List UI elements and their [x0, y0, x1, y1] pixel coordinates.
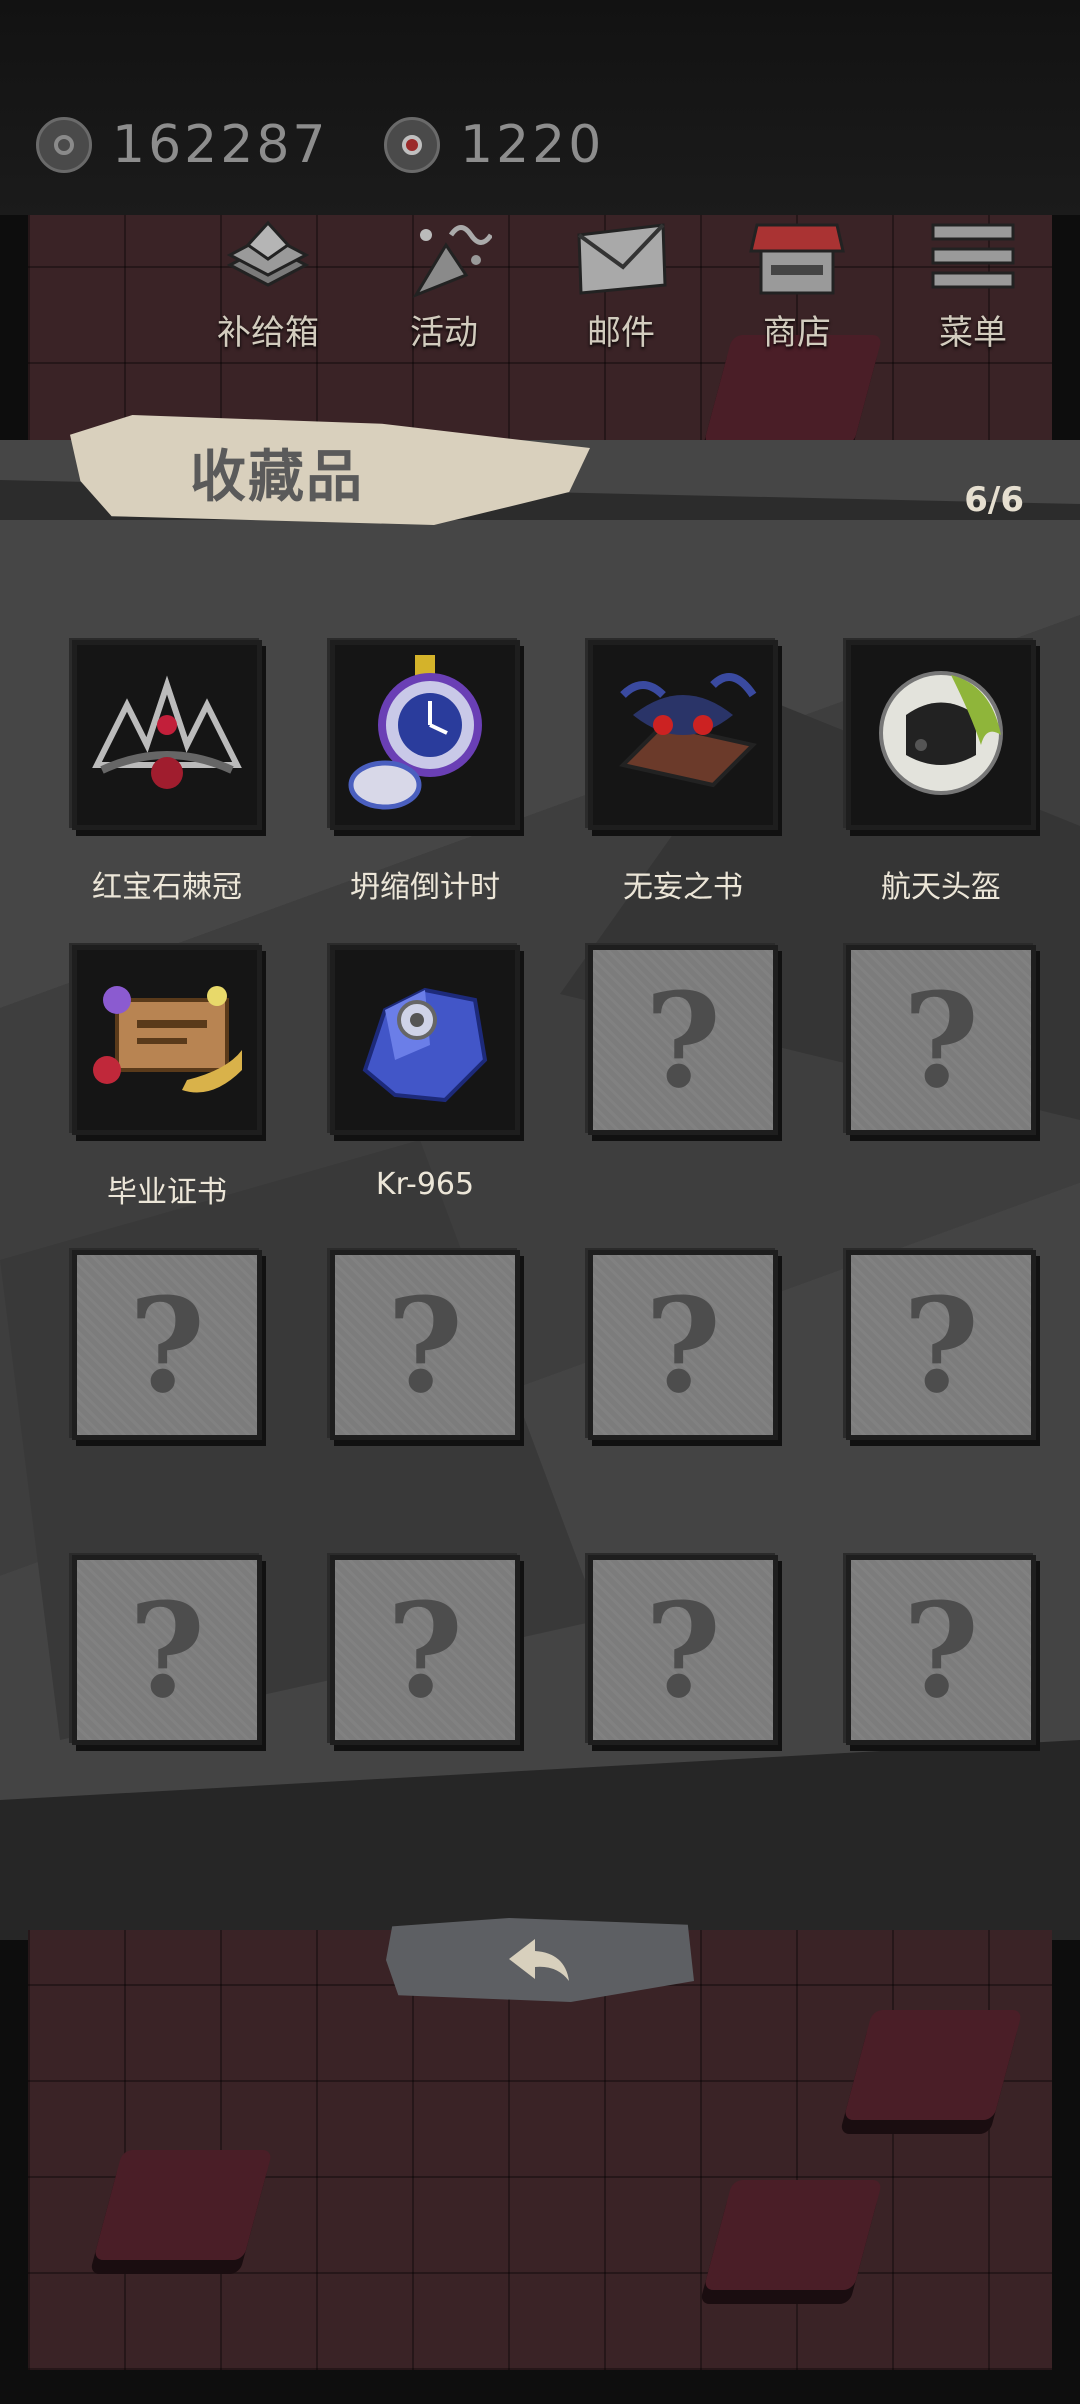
locked-question-icon: ?	[128, 1573, 206, 1727]
coin-counter: 162287	[36, 110, 329, 180]
nav-shop[interactable]: 商店	[722, 215, 872, 355]
locked-question-icon: ?	[644, 1268, 722, 1422]
locked-question-icon: ?	[386, 1573, 464, 1727]
mail-icon	[573, 215, 669, 301]
collection-count: 6/6	[964, 480, 1024, 520]
item-card: ?	[846, 1250, 1036, 1440]
collection-item-locked[interactable]: ?	[846, 1250, 1046, 1440]
nav-bar: 补给箱 活动 邮件 商店 菜单	[0, 215, 1080, 355]
cursed-book-icon	[619, 673, 757, 788]
collection-item[interactable]: 无妄之书	[588, 640, 788, 906]
item-name: 毕业证书	[107, 1175, 227, 1210]
gem-value: 1220	[460, 115, 605, 175]
collection-item-locked[interactable]: ?	[330, 1555, 530, 1745]
coin-value: 162287	[112, 115, 329, 175]
nav-label-mail: 邮件	[587, 313, 655, 353]
back-arrow-icon	[509, 1939, 569, 1981]
collection-item[interactable]: Kr-965	[330, 945, 530, 1202]
collection-item-locked[interactable]: ?	[846, 1555, 1046, 1745]
table-decoration	[93, 2150, 273, 2260]
coin-icon	[36, 117, 92, 173]
locked-question-icon: ?	[902, 1268, 980, 1422]
nav-label-menu: 菜单	[939, 313, 1007, 353]
item-name: 坍缩倒计时	[350, 870, 500, 905]
supply-box-icon	[220, 215, 316, 301]
ruby-thorn-crown-icon	[92, 675, 242, 789]
item-card	[72, 945, 262, 1135]
panel-shard	[0, 1740, 1080, 1940]
locked-question-icon: ?	[386, 1268, 464, 1422]
item-card: ?	[330, 1555, 520, 1745]
shop-icon	[749, 215, 845, 301]
item-card	[72, 640, 262, 830]
collection-item-locked[interactable]: ?	[846, 945, 1046, 1135]
locked-question-icon: ?	[902, 963, 980, 1117]
locked-question-icon: ?	[128, 1268, 206, 1422]
locked-question-icon: ?	[644, 963, 722, 1117]
locked-question-icon: ?	[902, 1573, 980, 1727]
item-card: ?	[330, 1250, 520, 1440]
collection-item-locked[interactable]: ?	[588, 945, 788, 1135]
countdown-pocket-watch-icon	[348, 655, 482, 810]
locked-question-icon: ?	[644, 1573, 722, 1727]
nav-supply-box[interactable]: 补给箱	[193, 215, 343, 355]
nav-event[interactable]: 活动	[369, 215, 519, 355]
top-bar: 162287 1220	[0, 0, 1080, 215]
diploma-scroll-icon	[93, 986, 242, 1093]
item-card	[330, 945, 520, 1135]
space-helmet-icon	[879, 671, 1003, 795]
menu-icon	[925, 215, 1021, 301]
item-name: 无妄之书	[623, 870, 743, 905]
item-card: ?	[588, 945, 778, 1135]
red-gem-icon	[384, 117, 440, 173]
item-card: ?	[588, 1250, 778, 1440]
collection-item-locked[interactable]: ?	[588, 1555, 788, 1745]
page-title: 收藏品	[190, 445, 364, 510]
nav-label-supply-box: 补给箱	[217, 313, 319, 353]
item-card: ?	[72, 1555, 262, 1745]
event-icon	[396, 215, 494, 301]
collection-item[interactable]: 红宝石棘冠	[72, 640, 272, 906]
item-name: 红宝石棘冠	[92, 870, 242, 905]
item-card: ?	[846, 1555, 1036, 1745]
nav-label-event: 活动	[410, 313, 478, 353]
collection-item[interactable]: 坍缩倒计时	[330, 640, 530, 906]
crystal-shard-icon	[362, 987, 488, 1103]
nav-mail[interactable]: 邮件	[546, 215, 696, 355]
item-card	[330, 640, 520, 830]
collection-item-locked[interactable]: ?	[588, 1250, 788, 1440]
item-card: ?	[72, 1250, 262, 1440]
collection-item[interactable]: 航天头盔	[846, 640, 1046, 906]
item-card: ?	[846, 945, 1036, 1135]
item-card	[846, 640, 1036, 830]
collection-item-locked[interactable]: ?	[72, 1250, 272, 1440]
item-card	[588, 640, 778, 830]
item-name: Kr-965	[375, 1167, 475, 1202]
bottom-strip	[0, 2370, 1080, 2404]
gem-counter: 1220	[384, 110, 604, 180]
table-decoration	[843, 2010, 1023, 2120]
nav-label-shop: 商店	[763, 313, 831, 353]
collection-item-locked[interactable]: ?	[72, 1555, 272, 1745]
table-decoration	[703, 2180, 883, 2290]
collection-item-locked[interactable]: ?	[330, 1250, 530, 1440]
collection-item[interactable]: 毕业证书	[72, 945, 272, 1211]
item-card: ?	[588, 1555, 778, 1745]
item-name: 航天头盔	[881, 870, 1001, 905]
nav-menu[interactable]: 菜单	[898, 215, 1048, 355]
